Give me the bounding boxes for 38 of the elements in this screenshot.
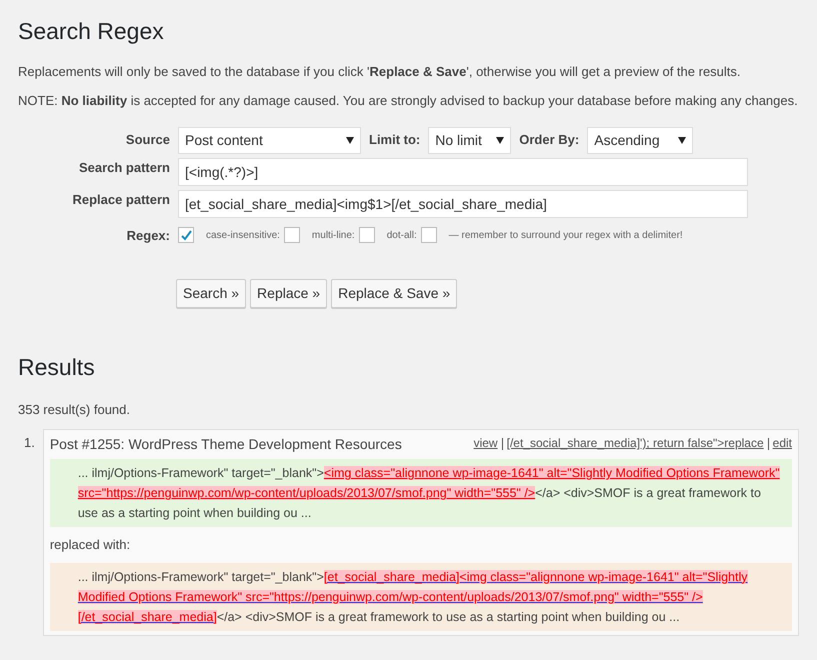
field-label: Replace pattern [71, 190, 171, 209]
search-pattern-field[interactable]: [<img(.*?)>] [178, 158, 748, 186]
checkbox[interactable] [284, 227, 300, 244]
select-field[interactable]: Post content [178, 126, 361, 154]
action-link[interactable]: [/et_social_share_media]'); return false">replace [506, 436, 764, 450]
field-label: Order By: [519, 131, 580, 150]
option-label: case-insensitive: [206, 228, 280, 243]
checkbox[interactable] [358, 227, 375, 244]
list-number: 1. [24, 434, 35, 452]
replace-pattern-field[interactable]: [et_social_share_media]<img$1>[/et_social_share_media] [178, 190, 748, 218]
caret-icon [678, 136, 686, 144]
result-title: Post #1255: WordPress Theme Development Resources [50, 435, 402, 454]
field-label: Search pattern [78, 158, 171, 177]
results-title: Results [18, 354, 96, 382]
option-label: dot-all: [386, 228, 417, 243]
action-button[interactable]: Search » [176, 279, 246, 308]
intro-text: Replacements will only be saved to the database if you click 'Replace & Save', otherwise you will get a preview of the results. [18, 62, 742, 81]
result-count: 353 result(s) found. [18, 400, 132, 419]
field-label: Limit to: [369, 131, 420, 150]
caret-icon [496, 136, 504, 144]
action-link[interactable]: view [474, 436, 498, 450]
select-field[interactable]: Ascending [587, 126, 694, 154]
select-field[interactable]: No limit [428, 126, 512, 154]
checkbox[interactable] [178, 227, 194, 244]
action-button[interactable]: Replace » [250, 279, 328, 308]
page-title: Search Regex [18, 18, 165, 46]
field-label: Regex: [126, 226, 171, 245]
field-label: Source [124, 131, 171, 150]
action-button[interactable]: Replace & Save » [331, 279, 458, 308]
excerpt-text: ... ilmj/Options-Framework" target="_blank">[et_social_share_media]<img class="alignnone wp-image-1641" alt="Slightly Modified Options Framework" src="https://penguinwp.com/wp-content/uploads/2013/07/smof.png" width="555" /> [/et_social_share_media]</a> <div>SMOF is a great framework to use as a starting point when building ou ... [50, 562, 792, 631]
caret-icon [346, 136, 354, 144]
option-label: multi-line: [312, 228, 355, 243]
excerpt-text: ... ilmj/Options-Framework" target="_blank"><img class="alignnone wp-image-1641" alt="Slightly Modified Options Framework" src="https://penguinwp.com/wp-content/uploads/2013/07/smof.png" width="555" /></a> <div>SMOF is a great framework to use as a starting point when building ou ... [50, 459, 792, 528]
hint-text: — remember to surround your regex with a delimiter! [448, 228, 683, 243]
replaced-label: replaced with: [50, 536, 132, 554]
note-text: NOTE: No liability is accepted for any damage caused. You are strongly advised to backup your database before making any changes. [18, 92, 799, 110]
action-link[interactable]: edit [772, 436, 792, 450]
checkbox[interactable] [420, 227, 437, 244]
